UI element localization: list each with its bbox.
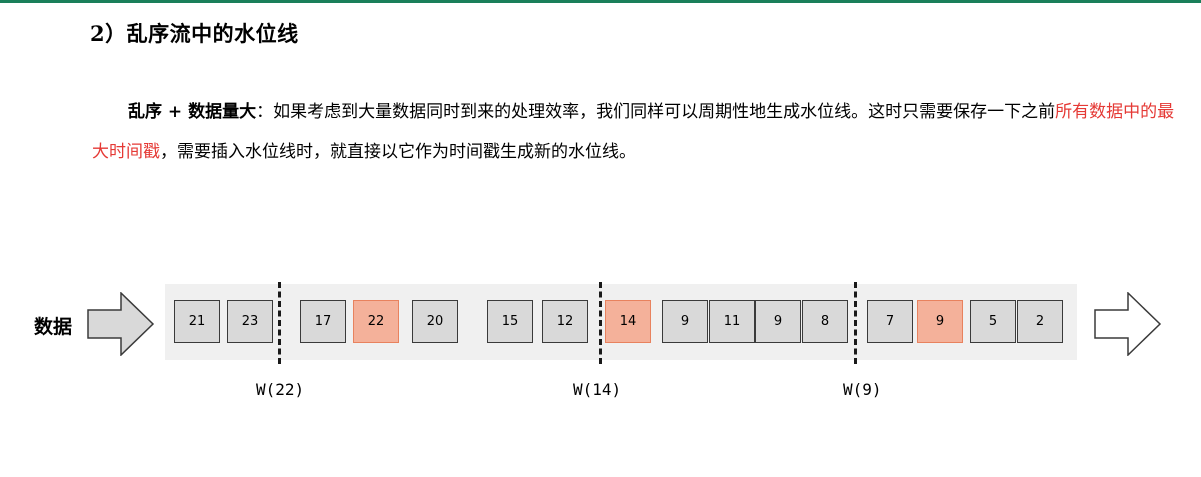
watermark-label-1: W(22) (256, 380, 305, 399)
paragraph-text-end: ，需要插入水位线时，就直接以它作为时间戳生成新的水位线。 (160, 142, 636, 162)
paragraph-text: ：如果考虑到大量数据同时到来的处理效率，我们同样可以周期性地生成水位线。这时只需… (256, 102, 1056, 122)
watermark-diagram: 数据 21 23 17 22 20 15 12 14 9 11 9 8 7 9 5 2 W(22) W(14)… (0, 270, 1201, 410)
data-cell: 9 (662, 300, 708, 343)
input-arrow-icon (87, 292, 155, 356)
output-arrow-icon (1094, 292, 1162, 356)
top-rule (0, 0, 1201, 3)
data-cell: 23 (227, 300, 273, 343)
data-cell: 9 (755, 300, 801, 343)
data-cell: 20 (412, 300, 458, 343)
data-cell: 12 (542, 300, 588, 343)
data-cell: 5 (970, 300, 1016, 343)
data-cell: 21 (174, 300, 220, 343)
watermark-line-2 (599, 282, 602, 364)
data-cell: 7 (867, 300, 913, 343)
data-cell: 11 (709, 300, 755, 343)
data-label: 数据 (34, 316, 73, 338)
data-cell-max: 9 (917, 300, 963, 343)
data-cell: 2 (1017, 300, 1063, 343)
bold-lead: 乱序 + 数据量大 (128, 102, 257, 122)
watermark-label-3: W(9) (843, 380, 882, 399)
data-cell-max: 14 (605, 300, 651, 343)
data-cell: 15 (487, 300, 533, 343)
section-heading: 2）乱序流中的水位线 (90, 21, 299, 46)
watermark-label-2: W(14) (573, 380, 622, 399)
body-paragraph: 乱序 + 数据量大：如果考虑到大量数据同时到来的处理效率，我们同样可以周期性地生… (92, 92, 1182, 172)
data-cell: 17 (300, 300, 346, 343)
data-cell: 8 (802, 300, 848, 343)
watermark-line-1 (278, 282, 281, 364)
watermark-line-3 (854, 282, 857, 364)
data-cell-max: 22 (353, 300, 399, 343)
